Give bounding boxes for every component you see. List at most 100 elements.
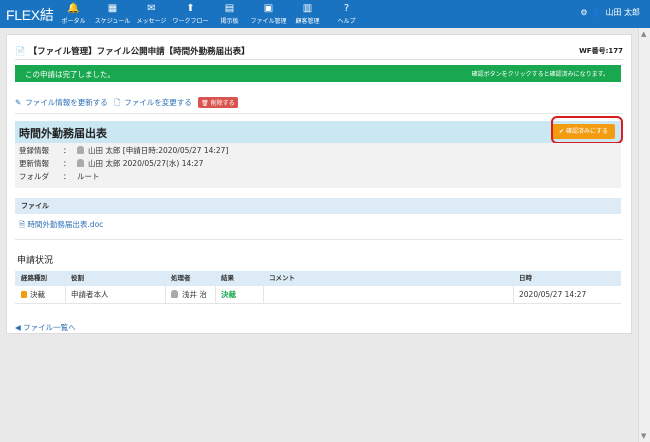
trash-icon: 🗑 [201,100,209,107]
back-label[interactable]: ファイル一覧へ [23,323,76,332]
user-avatar-icon [77,146,84,154]
change-file-link[interactable]: ファイルを変更する [124,98,192,107]
status-section-title: 申請状況 [17,256,54,266]
cell-handler: 浅井 治 [171,286,207,304]
col-route-type: 経路種別 [21,274,47,282]
top-navigation-bar: FLEX結 🔔 ポータル ▦ スケジュール ✉ メッセージ ⬆ ワークフロー ▤ 掲示板 … [0,0,650,28]
edit-icon: ✎ [15,98,22,107]
info-row-folder: フォルダ ： ルート [19,171,100,183]
page-title: 📄 【ファイル管理】ファイル公開申請【時間外勤務届出表】 [15,45,250,57]
wf-number: WF番号:177 [579,47,623,55]
cell-route-type: 決裁 [21,286,45,304]
bulletin-icon: ▤ [224,3,235,14]
info-label: フォルダ [19,172,49,181]
nav-file-management-label: ファイル管理 [250,18,287,25]
workflow-icon: ⬆ [186,3,195,14]
scroll-up-icon[interactable]: ▲ [641,30,646,38]
col-handler: 処理者 [171,274,191,282]
divider [15,113,623,114]
nav-message-label: メッセージ [136,18,167,25]
doc-file-icon: 🗎 [19,220,26,229]
file-link[interactable]: 🗎 時間外勤務届出表.doc [19,219,103,232]
user-name: 山田 太郎 [605,8,640,17]
col-result: 結果 [221,274,234,282]
nav-portal[interactable]: 🔔 ポータル [54,2,93,28]
cell-datetime: 2020/05/27 14:27 [519,290,587,299]
alert-message: この申請は完了しました。 [25,70,115,79]
route-type-text: 決裁 [30,290,45,299]
user-menu[interactable]: ⚙ 👤 山田 太郎 [576,7,640,18]
content-panel: 📄 【ファイル管理】ファイル公開申請【時間外勤務届出表】 WF番号:177 この… [6,34,632,334]
file-icon: 🗋 [114,98,121,107]
success-alert: この申請は完了しました。 確認ボタンをクリックすると確認済みになります。 [15,65,621,82]
info-row-registered: 登録情報 ： 山田 太郎 [申請日時:2020/05/27 14:27] [19,145,228,157]
info-label: 登録情報 [19,146,49,155]
nav-customer[interactable]: ▥ 顧客管理 [288,2,327,28]
document-icon: 📄 [15,47,26,57]
scroll-down-icon[interactable]: ▼ [641,432,646,440]
highlight-ring [551,116,623,144]
nav-workflow[interactable]: ⬆ ワークフロー [171,2,210,28]
nav-message[interactable]: ✉ メッセージ [132,2,171,28]
col-comment: コメント [269,274,295,282]
page-title-text: 【ファイル管理】ファイル公開申請【時間外勤務届出表】 [28,47,250,57]
column-divider [263,286,264,304]
inbox-icon: ▣ [263,3,274,14]
file-name[interactable]: 時間外勤務届出表.doc [27,220,103,229]
approver-icon [21,291,27,298]
info-colon: ： [63,159,71,168]
divider [15,239,623,240]
column-divider [215,286,216,304]
nav-schedule-label: スケジュール [94,18,131,25]
col-datetime: 日時 [519,274,532,282]
nav-file-management[interactable]: ▣ ファイル管理 [249,2,288,28]
back-to-file-list-link[interactable]: ◀ ファイル一覧へ [15,322,76,333]
column-divider [65,286,66,304]
document-title: 時間外勤務届出表 [19,127,107,140]
document-header: 時間外勤務届出表 ✔ 確認済みにする [15,116,623,144]
user-avatar-icon [171,290,178,298]
file-section-header: ファイル [15,198,621,214]
nav-schedule[interactable]: ▦ スケジュール [93,2,132,28]
nav-help[interactable]: ? ヘルプ [327,2,366,28]
nav-bulletin-label: 掲示板 [220,18,239,25]
column-divider [165,286,166,304]
user-icon: 👤 [591,8,602,17]
info-colon: ： [63,146,71,155]
vertical-scrollbar[interactable]: ▲ ▼ [638,28,650,442]
nav-help-label: ヘルプ [337,18,356,25]
envelope-icon: ✉ [147,3,156,14]
file-actions: ✎ ファイル情報を更新する 🗋 ファイルを変更する 🗑 削除する [15,97,238,110]
calendar-icon: ▦ [107,3,118,14]
status-table-header: 経路種別 役割 処理者 結果 コメント 日時 [15,271,621,286]
nav-bulletin[interactable]: ▤ 掲示板 [210,2,249,28]
info-colon: ： [63,172,71,181]
document-info: 登録情報 ： 山田 太郎 [申請日時:2020/05/27 14:27] 更新情報 ：… [15,143,621,188]
app-logo[interactable]: FLEX結 [6,5,54,25]
handler-name: 浅井 治 [182,290,207,299]
info-label: 更新情報 [19,159,49,168]
help-icon: ? [343,3,350,14]
customer-icon: ▥ [302,3,313,14]
divider [15,59,623,60]
col-role: 役割 [71,274,84,282]
nav-customer-label: 顧客管理 [295,18,320,25]
main-nav: 🔔 ポータル ▦ スケジュール ✉ メッセージ ⬆ ワークフロー ▤ 掲示板 ▣ ファイル管… [54,2,366,28]
gear-icon[interactable]: ⚙ [580,8,587,17]
info-value: 山田 太郎 [申請日時:2020/05/27 14:27] [88,146,229,155]
alert-hint: 確認ボタンをクリックすると確認済みになります。 [471,71,609,78]
caret-left-icon: ◀ [15,323,21,332]
delete-label: 削除する [210,100,235,107]
update-file-info-link[interactable]: ファイル情報を更新する [25,98,108,107]
table-row: 決裁 申請者本人 浅井 治 決裁 2020/05/27 14:27 [15,286,621,304]
user-avatar-icon [77,159,84,167]
cell-role: 申請者本人 [71,290,109,299]
nav-workflow-label: ワークフロー [172,18,209,25]
info-row-updated: 更新情報 ： 山田 太郎 2020/05/27(水) 14:27 [19,158,203,170]
nav-portal-label: ポータル [61,18,86,25]
column-divider [513,286,514,304]
info-value: 山田 太郎 2020/05/27(水) 14:27 [88,159,204,168]
cell-result: 決裁 [221,290,236,299]
info-value: ルート [77,172,100,181]
delete-button[interactable]: 🗑 削除する [198,97,238,108]
